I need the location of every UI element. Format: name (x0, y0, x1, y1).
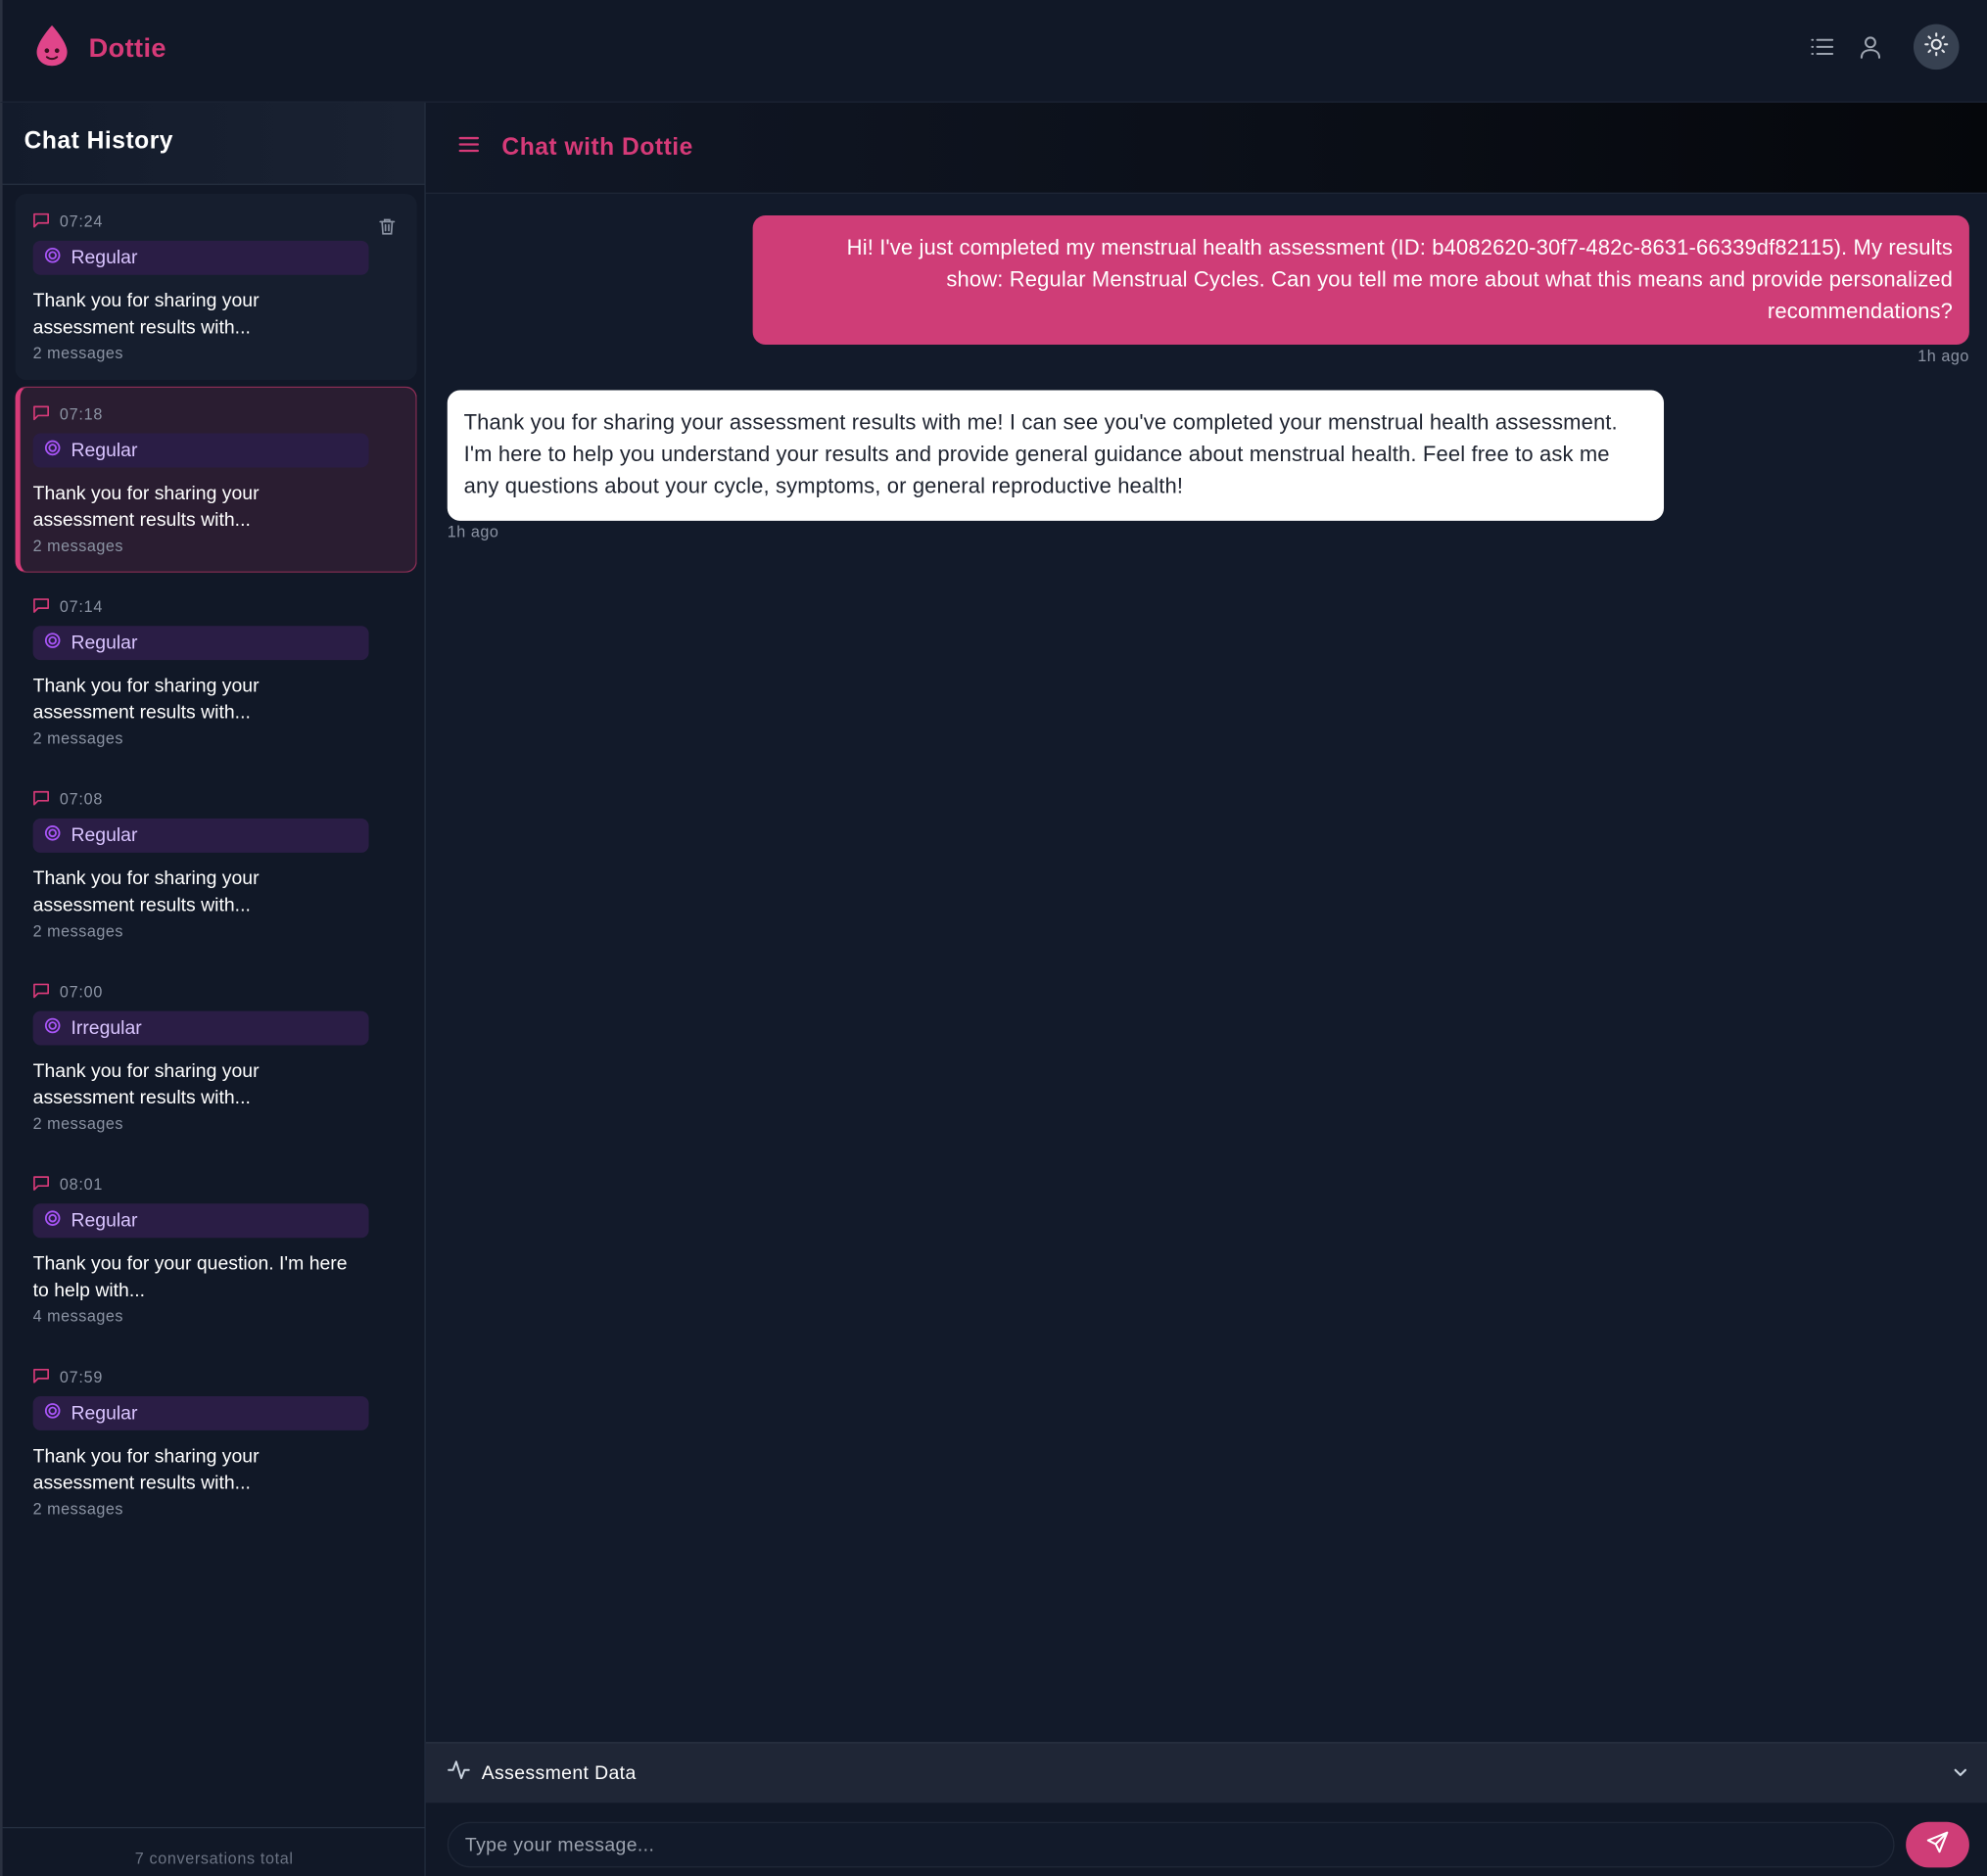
message-count: 2 messages (32, 344, 124, 363)
list-icon[interactable] (1807, 31, 1837, 62)
badge-label: Regular (71, 632, 138, 654)
conversation-time-row: 07:08 (33, 788, 400, 811)
message-count: 2 messages (32, 1500, 124, 1519)
theme-toggle-button[interactable] (1913, 23, 1960, 70)
conversation-time: 07:24 (59, 212, 104, 231)
message-count: 2 messages (32, 922, 124, 941)
target-icon (44, 1209, 61, 1232)
top-app-bar: Dottie (0, 0, 1987, 103)
assessment-badge: Regular (32, 1203, 369, 1239)
brand[interactable]: Dottie (30, 23, 166, 74)
conversation-time: 07:00 (59, 983, 104, 1002)
app-name: Dottie (88, 33, 166, 64)
message-square-icon (33, 404, 50, 423)
hamburger-icon[interactable] (458, 135, 480, 160)
message-square-icon (33, 982, 50, 1001)
conversation-time: 07:14 (59, 597, 104, 616)
message-square-icon (33, 1368, 50, 1386)
chat-title: Chat with Dottie (501, 133, 693, 161)
badge-label: Irregular (71, 1017, 142, 1040)
activity-icon (448, 1759, 470, 1788)
conversation-item[interactable]: 08:01 Regular Thank you for your question.… (16, 1156, 417, 1342)
target-icon (44, 824, 61, 847)
conversation-time-row: 07:59 (33, 1366, 400, 1388)
conversation-time: 07:18 (59, 405, 104, 424)
sidebar-header: Chat History (2, 102, 425, 185)
assistant-message: Thank you for sharing your assessment re… (447, 390, 1665, 521)
chat-panel: Chat with Dottie Hi! I've just completed… (425, 102, 1987, 1876)
message-square-icon (33, 1175, 50, 1194)
sun-icon (1923, 31, 1949, 63)
conversation-time: 08:01 (59, 1175, 104, 1194)
message-timestamp: 1h ago (447, 523, 499, 541)
message-count: 4 messages (32, 1307, 124, 1326)
conversation-item[interactable]: 07:00 Irregular Thank you for sharing your… (16, 964, 417, 1150)
message-input[interactable] (447, 1821, 1895, 1868)
target-icon (44, 1016, 61, 1039)
conversation-preview: Thank you for your question. I'm here to… (32, 1252, 348, 1301)
conversation-total: 7 conversations total (2, 1826, 426, 1876)
badge-label: Regular (71, 247, 138, 269)
assessment-badge: Regular (32, 240, 369, 275)
target-icon (44, 247, 61, 269)
conversation-item[interactable]: 07:24 Regular Thank you for sharing your a… (15, 193, 417, 381)
conversation-preview: Thank you for sharing your assessment re… (32, 868, 260, 916)
conversation-time-row: 07:00 (33, 981, 400, 1004)
badge-label: Regular (71, 1209, 138, 1232)
droplet-face-icon (30, 23, 73, 74)
assessment-badge: Regular (32, 626, 369, 661)
conversation-preview: Thank you for sharing your assessment re… (32, 1445, 260, 1494)
message-square-icon (33, 790, 50, 809)
send-button[interactable] (1906, 1821, 1969, 1868)
message-count: 2 messages (32, 729, 124, 748)
message-count: 2 messages (32, 537, 124, 555)
trash-icon[interactable] (379, 218, 396, 243)
assessment-badge: Regular (32, 433, 369, 468)
assessment-badge: Irregular (32, 1010, 369, 1046)
assessment-data-toggle[interactable]: Assessment Data (425, 1742, 1987, 1804)
user-icon[interactable] (1855, 31, 1885, 62)
chat-history-sidebar: Chat History 07:24 Regular Thank you for s… (0, 102, 426, 1876)
conversation-item[interactable]: 07:59 Regular Thank you for sharing your a… (16, 1349, 417, 1535)
chevron-down-icon[interactable] (1952, 1763, 1969, 1788)
conversation-preview: Thank you for sharing your assessment re… (32, 1060, 260, 1109)
message-square-icon (33, 597, 50, 616)
assessment-badge: Regular (32, 818, 369, 853)
badge-label: Regular (71, 824, 138, 847)
target-icon (44, 632, 61, 654)
conversation-time-row: 07:14 (33, 595, 400, 618)
conversation-item[interactable]: 07:08 Regular Thank you for sharing your a… (16, 772, 417, 958)
conversation-preview: Thank you for sharing your assessment re… (32, 290, 260, 339)
chat-header: Chat with Dottie (425, 102, 1987, 194)
assessment-badge: Regular (32, 1395, 369, 1430)
badge-label: Regular (71, 1402, 138, 1425)
conversation-time-row: 07:18 (33, 402, 400, 425)
message-timestamp: 1h ago (1917, 347, 1969, 365)
conversation-time: 07:08 (59, 790, 104, 809)
message-square-icon (33, 212, 50, 231)
conversation-preview: Thank you for sharing your assessment re… (32, 483, 260, 532)
conversation-time-row: 07:24 (33, 211, 400, 233)
conversation-time-row: 08:01 (33, 1173, 400, 1196)
target-icon (44, 439, 61, 461)
target-icon (44, 1402, 61, 1425)
message-count: 2 messages (32, 1114, 124, 1133)
conversation-item[interactable]: 07:18 Regular Thank you for sharing your a… (15, 386, 417, 573)
send-icon (1926, 1830, 1949, 1859)
badge-label: Regular (71, 440, 138, 462)
message-composer (425, 1803, 1987, 1876)
user-message: Hi! I've just completed my menstrual hea… (752, 214, 1969, 345)
sidebar-title: Chat History (24, 127, 173, 155)
conversation-preview: Thank you for sharing your assessment re… (32, 675, 260, 724)
assessment-data-label: Assessment Data (481, 1761, 637, 1784)
conversation-list: 07:24 Regular Thank you for sharing your a… (15, 193, 417, 1542)
conversation-time: 07:59 (59, 1368, 104, 1386)
conversation-item[interactable]: 07:14 Regular Thank you for sharing your a… (16, 579, 417, 765)
